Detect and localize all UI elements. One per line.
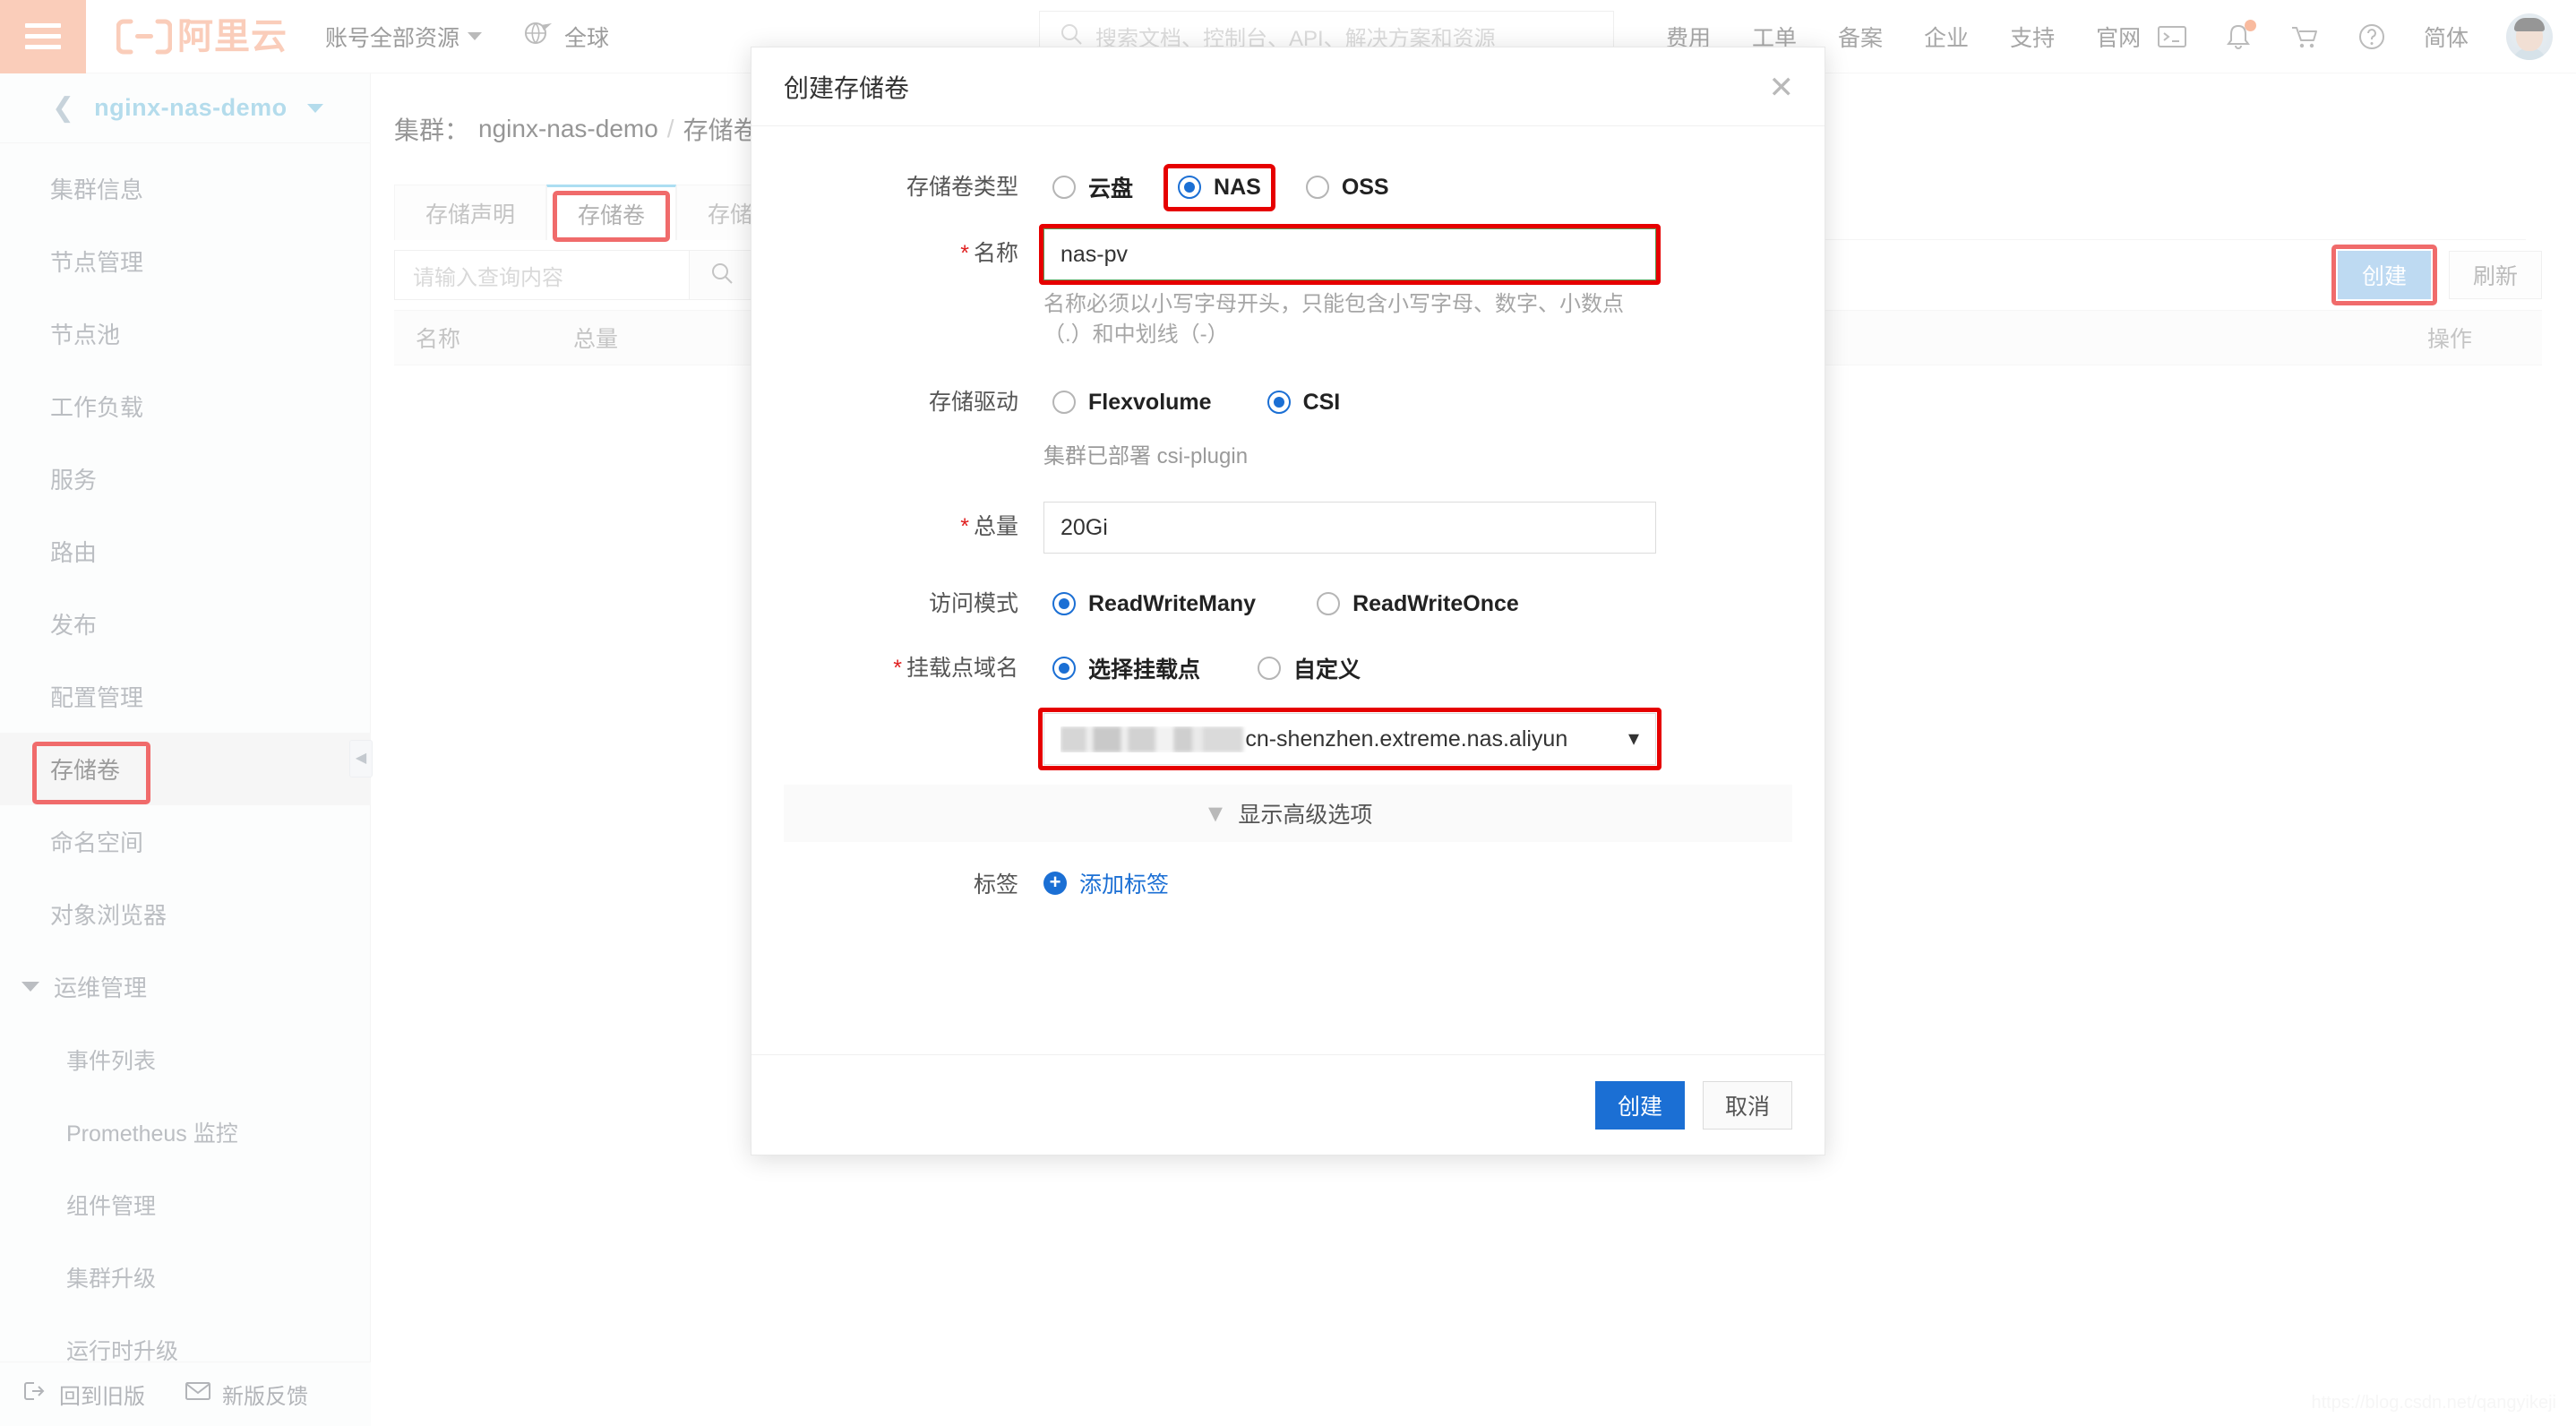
radio-label: ReadWriteOnce: [1352, 590, 1519, 616]
radio-indicator-selected: [1178, 176, 1202, 199]
radio-volume-type-nas[interactable]: NAS: [1163, 163, 1275, 211]
radio-label: ReadWriteMany: [1088, 590, 1257, 616]
driver-note: 集群已部署 csi-plugin: [1043, 444, 1249, 469]
field-capacity: * 总量 20Gi: [784, 502, 1792, 554]
field-label-mount-domain: * 挂载点域名: [784, 643, 1043, 693]
radio-label: CSI: [1302, 389, 1341, 415]
radio-indicator-selected: [1052, 657, 1076, 681]
radio-label: 自定义: [1293, 657, 1361, 683]
dialog-create-label: 创建: [1617, 1094, 1662, 1120]
radio-indicator: [1052, 391, 1076, 415]
name-hint: 名称必须以小写字母开头，只能包含小写字母、数字、小数点（.）和中划线（-）: [1043, 292, 1624, 348]
field-label-text: 名称: [973, 241, 1018, 266]
capacity-input-value: 20Gi: [1060, 514, 1108, 540]
radio-mount-custom[interactable]: 自定义: [1249, 647, 1370, 690]
dialog-create-button[interactable]: 创建: [1595, 1080, 1685, 1130]
volume-type-radio-group: 云盘 NAS OSS: [1043, 162, 1792, 212]
radio-volume-type-oss[interactable]: OSS: [1297, 169, 1398, 206]
dialog-footer: 创建 取消: [751, 1054, 1825, 1155]
required-marker: *: [960, 514, 969, 540]
show-advanced-options-label: 显示高级选项: [1238, 803, 1373, 829]
field-label-access-mode: 访问模式: [928, 591, 1018, 617]
field-label-tags: 标签: [973, 872, 1018, 898]
driver-radio-group: Flexvolume CSI: [1043, 377, 1792, 427]
dialog-header: 创建存储卷 ✕: [751, 47, 1825, 126]
dialog-title: 创建存储卷: [784, 73, 910, 102]
dialog-body: 存储卷类型 云盘 NAS OSS * 名称 nas-pv 名称必须以小写字母开头…: [751, 126, 1825, 1054]
radio-access-readwritemany[interactable]: ReadWriteMany: [1043, 586, 1265, 623]
radio-indicator: [1258, 657, 1282, 681]
close-icon[interactable]: ✕: [1769, 73, 1795, 103]
mount-point-select[interactable]: 0000000000-xxxx.cn-shenzhen.extreme.nas.…: [1038, 708, 1662, 771]
name-input-value: nas-pv: [1060, 241, 1129, 267]
field-mount-domain: * 挂载点域名 选择挂载点 自定义 cn-shenzhen.extreme.na…: [784, 643, 1792, 771]
create-volume-dialog: 创建存储卷 ✕ 存储卷类型 云盘 NAS OSS * 名称 nas-pv 名称必…: [751, 47, 1825, 1155]
radio-indicator: [1305, 176, 1329, 199]
radio-indicator: [1317, 592, 1341, 616]
field-label-text: 总量: [973, 514, 1018, 540]
field-label-text: 挂载点域名: [906, 656, 1018, 682]
field-storage-driver: 存储驱动 Flexvolume CSI 集群已部署 csi-plugin: [784, 377, 1792, 469]
radio-label: 云盘: [1088, 176, 1134, 202]
dialog-cancel-button[interactable]: 取消: [1703, 1080, 1792, 1130]
field-label-capacity: * 总量: [784, 502, 1043, 552]
field-access-mode: 访问模式 ReadWriteMany ReadWriteOnce: [784, 579, 1792, 629]
field-volume-type: 存储卷类型 云盘 NAS OSS: [784, 162, 1792, 212]
app-root: 阿里云 账号全部资源 全球 搜索文档、控制台、API、解决方案和资源 费用 工单…: [0, 0, 2576, 1426]
mount-point-select-value-wrap: 0000000000-xxxx.cn-shenzhen.extreme.nas.…: [1060, 726, 1567, 752]
radio-label: 选择挂载点: [1088, 657, 1201, 683]
required-marker: *: [960, 241, 969, 266]
show-advanced-options-button[interactable]: ▼ 显示高级选项: [784, 785, 1792, 843]
access-mode-radio-group: ReadWriteMany ReadWriteOnce: [1043, 579, 1792, 629]
mount-point-select-value: cn-shenzhen.extreme.nas.aliyun: [1245, 726, 1568, 752]
plus-circle-icon: +: [1043, 872, 1067, 896]
radio-volume-type-disk[interactable]: 云盘: [1043, 166, 1142, 209]
chevron-down-icon: ▾: [1627, 726, 1639, 752]
radio-label: Flexvolume: [1088, 389, 1212, 415]
add-tag-button[interactable]: + 添加标签: [1043, 867, 1792, 899]
radio-indicator-selected: [1052, 592, 1076, 616]
field-name: * 名称 nas-pv 名称必须以小写字母开头，只能包含小写字母、数字、小数点（.…: [784, 224, 1792, 350]
field-label-name: * 名称: [784, 228, 1043, 279]
dialog-cancel-label: 取消: [1724, 1094, 1770, 1120]
capacity-input[interactable]: 20Gi: [1043, 502, 1656, 554]
field-tags: 标签 + 添加标签: [784, 867, 1792, 899]
radio-access-readwriteonce[interactable]: ReadWriteOnce: [1308, 586, 1528, 623]
required-marker: *: [893, 656, 902, 682]
radio-driver-csi[interactable]: CSI: [1258, 384, 1350, 421]
radio-label: OSS: [1341, 174, 1389, 200]
radio-label: NAS: [1214, 174, 1261, 200]
mount-domain-radio-group: 选择挂载点 自定义: [1043, 643, 1792, 693]
masked-prefix: 0000000000-xxxx.: [1060, 726, 1244, 752]
field-label-volume-type: 存储卷类型: [906, 175, 1018, 200]
chevron-down-icon: ▼: [1203, 799, 1228, 827]
radio-indicator: [1052, 176, 1076, 199]
radio-indicator-selected: [1267, 391, 1291, 415]
radio-driver-flexvolume[interactable]: Flexvolume: [1043, 384, 1221, 421]
name-input[interactable]: nas-pv: [1039, 224, 1661, 285]
add-tag-label: 添加标签: [1079, 872, 1170, 898]
field-label-storage-driver: 存储驱动: [928, 390, 1018, 416]
radio-mount-select[interactable]: 选择挂载点: [1043, 647, 1209, 690]
